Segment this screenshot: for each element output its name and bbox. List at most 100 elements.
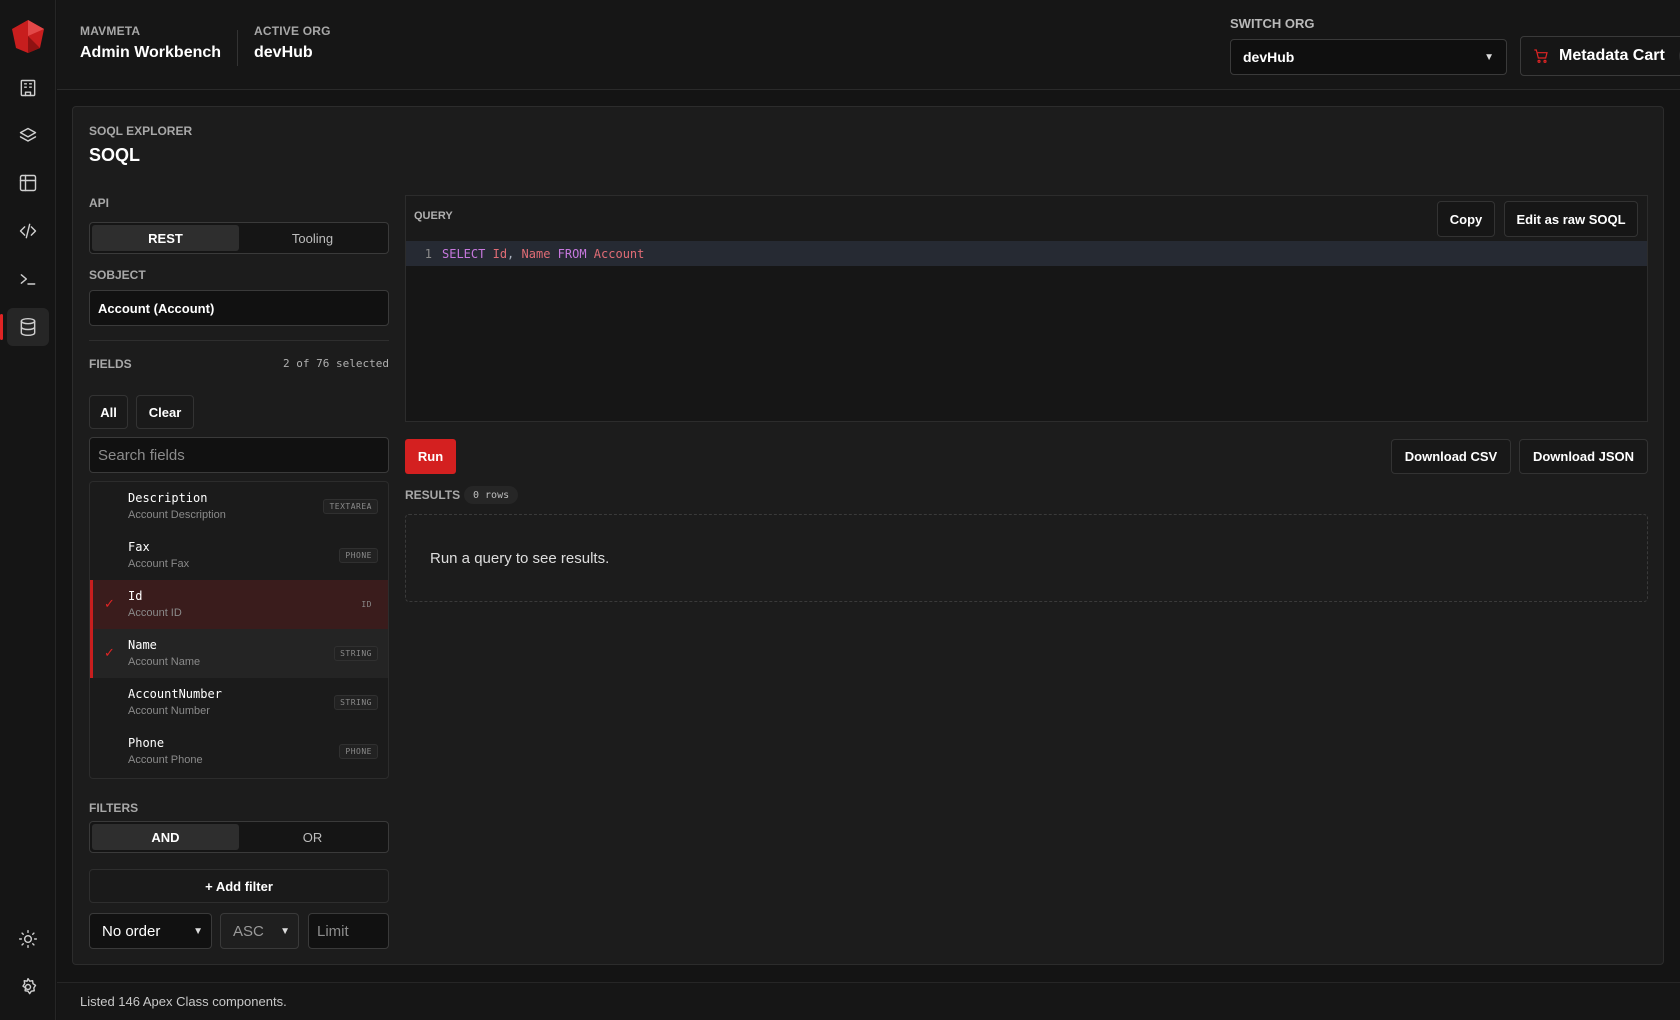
left-rail [0,0,56,1020]
copy-query-button[interactable]: Copy [1437,201,1495,237]
field-type-badge: PHONE [339,744,378,759]
limit-input[interactable]: Limit [308,913,389,949]
database-icon [20,317,36,337]
limit-placeholder: Limit [317,922,349,940]
results-label: RESULTS [405,488,461,502]
building-icon [20,79,36,97]
field-type-badge: TEXTAREA [323,499,378,514]
active-org: ACTIVE ORG devHub [254,24,331,62]
object-token: Account [593,246,645,261]
brand-logo[interactable] [10,18,46,54]
table-icon [19,174,37,192]
field-token: Id [492,246,508,261]
cart-icon [1534,49,1548,63]
nav-metadata[interactable] [7,117,49,155]
results-empty-state: Run a query to see results. [405,514,1648,602]
nav-terminal[interactable] [7,260,49,298]
check-icon: ✓ [104,645,115,660]
select-all-fields-button[interactable]: All [89,395,128,429]
nav-tables[interactable] [7,164,49,202]
filter-logic-and[interactable]: AND [92,824,239,850]
api-label: API [89,196,110,210]
field-row-phone[interactable]: Phone Account Phone PHONE [90,727,388,776]
query-label: QUERY [414,210,453,222]
field-row-accountnumber[interactable]: AccountNumber Account Number STRING [90,678,388,727]
comma-token: , [507,246,515,261]
api-option-rest[interactable]: REST [92,225,239,251]
query-header: QUERY Copy Edit as raw SOQL [406,196,1647,241]
terminal-icon [20,274,36,285]
clear-fields-button[interactable]: Clear [136,395,194,429]
field-type-badge: ID [361,600,372,609]
field-token: Name [521,246,551,261]
app-eyebrow: MAVMETA [80,24,141,38]
nav-soql[interactable] [0,308,49,346]
soql-explorer-panel: SOQL EXPLORER SOQL API REST Tooling SOBJ… [72,106,1664,965]
sobject-select[interactable]: Account (Account) [89,290,389,326]
active-org-eyebrow: ACTIVE ORG [254,24,331,38]
order-by-value: No order [102,922,161,940]
fields-selected-count: 2 of 76 selected [283,357,389,370]
header-divider [237,30,238,66]
sobject-value: Account (Account) [98,300,215,316]
field-row-id[interactable]: ✓ Id Account ID ID [90,580,388,629]
active-org-name: devHub [254,44,313,61]
results-empty-message: Run a query to see results. [430,549,610,567]
status-bar: Listed 146 Apex Class components. [57,982,1680,1020]
sort-direction-value: ASC [233,922,264,940]
field-label: Account Phone [128,754,203,766]
sort-direction-select[interactable]: ASC ▼ [220,913,299,949]
order-by-select[interactable]: No order ▼ [89,913,212,949]
download-json-button[interactable]: Download JSON [1519,439,1648,474]
field-label: Account Name [128,656,201,668]
field-row-fax[interactable]: Fax Account Fax PHONE [90,531,388,580]
code-icon [19,223,37,239]
keyword-from: FROM [557,246,587,261]
field-type-badge: PHONE [339,548,378,563]
page-title: SOQL [89,145,141,165]
run-query-button[interactable]: Run [405,439,456,474]
nav-code[interactable] [7,212,49,250]
layers-icon [19,127,37,142]
theme-toggle[interactable] [7,920,49,958]
field-label: Account Fax [128,558,190,570]
metadata-cart-button[interactable]: Metadata Cart 0 [1520,36,1680,76]
nav-orgs[interactable] [7,69,49,107]
metadata-cart-label: Metadata Cart [1559,47,1665,64]
field-api-name: Fax [128,540,150,554]
field-row-name[interactable]: ✓ Name Account Name STRING [90,629,388,678]
api-toggle: REST Tooling [89,222,389,254]
app-title: Admin Workbench [80,44,222,61]
gear-icon [22,977,37,995]
divider [89,340,389,341]
add-filter-button[interactable]: + Add filter [89,869,389,903]
sobject-label: SOBJECT [89,268,146,282]
field-api-name: AccountNumber [128,687,222,701]
panel-eyebrow: SOQL EXPLORER [89,124,193,138]
chevron-down-icon: ▼ [1484,51,1494,63]
field-search-placeholder: Search fields [98,446,185,464]
status-message: Listed 146 Apex Class components. [80,994,287,1009]
nav-settings[interactable] [7,968,49,1006]
download-csv-button[interactable]: Download CSV [1391,439,1511,474]
check-icon: ✓ [104,596,115,611]
rows-count-badge: 0 rows [464,486,519,504]
chevron-down-icon: ▼ [193,925,203,937]
query-editor[interactable]: QUERY Copy Edit as raw SOQL 1 SELECT Id,… [405,195,1648,422]
switch-org-select[interactable]: devHub ▼ [1230,39,1507,75]
filter-logic-or[interactable]: OR [239,824,386,850]
chevron-down-icon: ▼ [280,925,290,937]
field-api-name: Phone [128,736,165,750]
app-identity: MAVMETA Admin Workbench [80,24,221,62]
keyword-select: SELECT [442,246,486,261]
filter-logic-toggle: AND OR [89,821,389,853]
edit-raw-soql-button[interactable]: Edit as raw SOQL [1504,201,1638,237]
field-api-name: Name [128,638,157,652]
field-type-badge: STRING [334,695,378,710]
field-list: Description Account Description TEXTAREA… [89,481,389,779]
api-option-tooling[interactable]: Tooling [239,225,386,251]
fields-label: FIELDS [89,357,132,371]
field-row-description[interactable]: Description Account Description TEXTAREA [90,482,388,531]
filters-label: FILTERS [89,801,139,815]
field-search-input[interactable]: Search fields [89,437,389,473]
